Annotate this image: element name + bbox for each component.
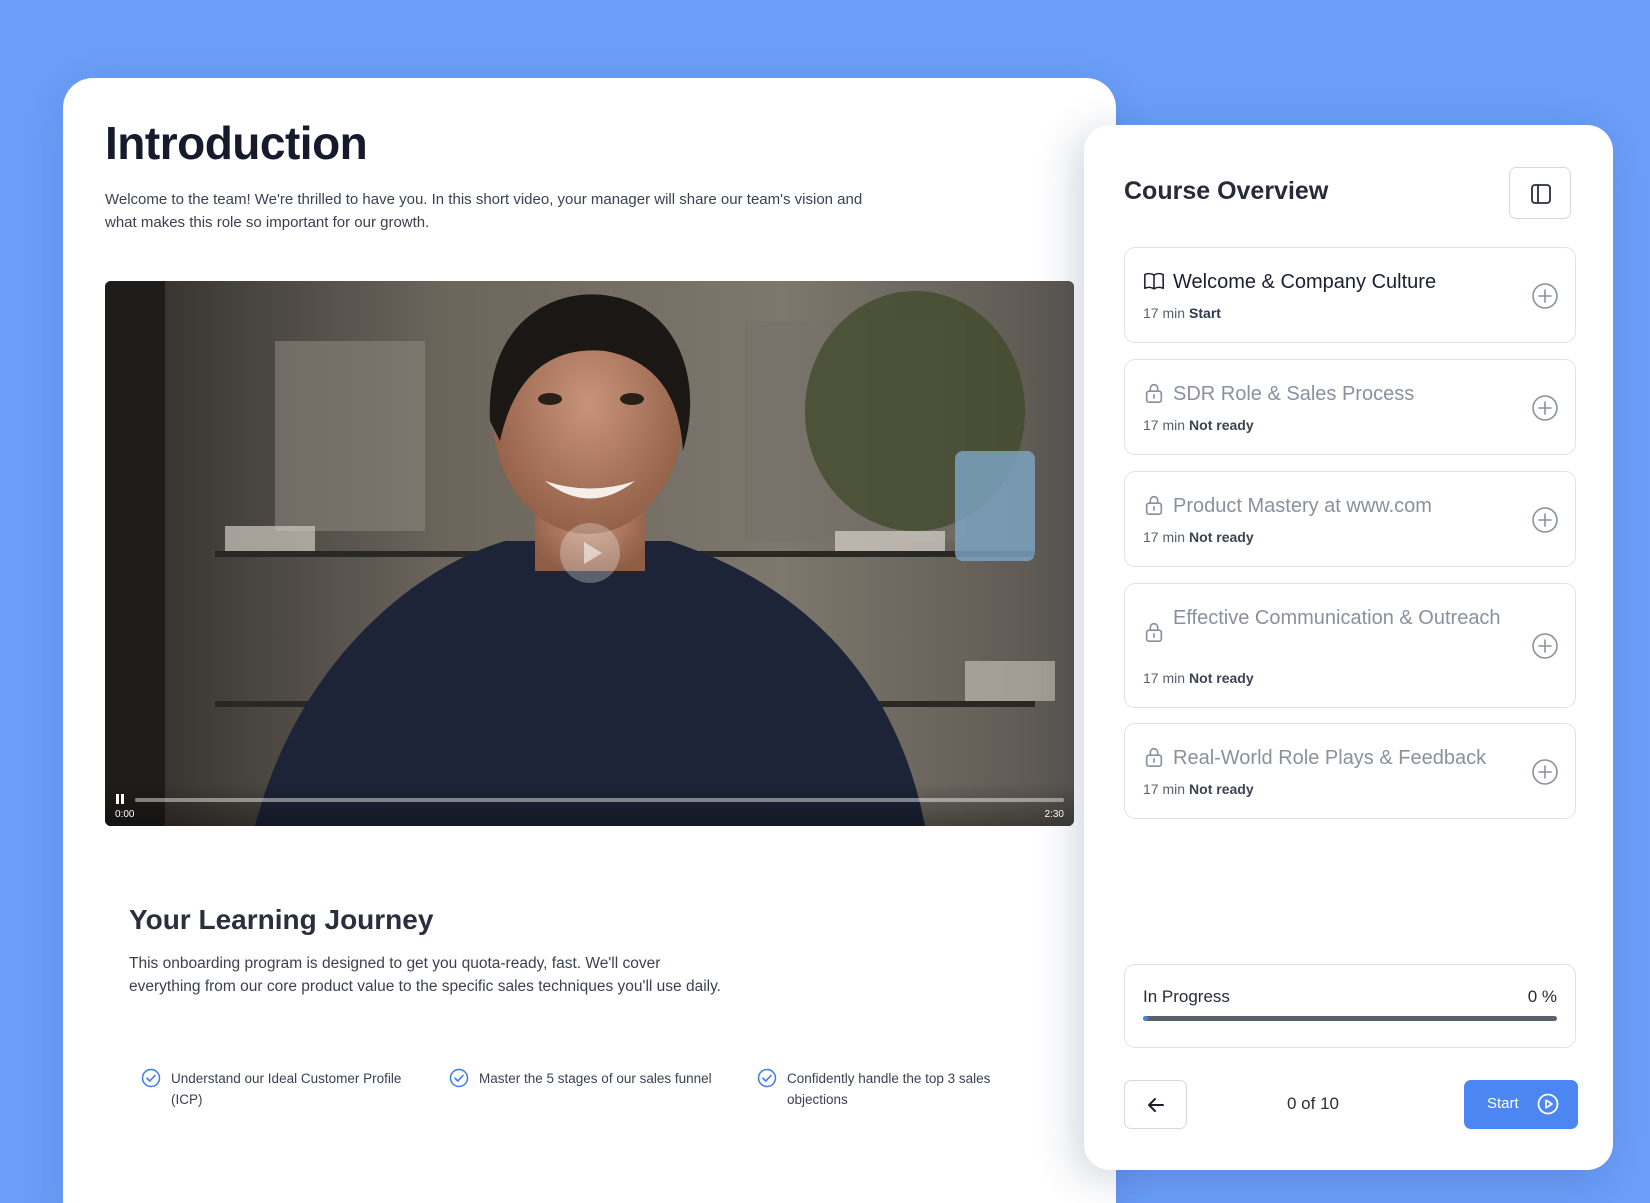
video-player[interactable]: 0:00 2:30 (105, 281, 1074, 826)
module-item-communication[interactable]: Effective Communication & Outreach 17 mi… (1124, 583, 1576, 708)
step-counter: 0 of 10 (1287, 1094, 1339, 1113)
video-current-time: 0:00 (115, 809, 135, 820)
plus-circle-icon[interactable] (1531, 506, 1559, 534)
module-item-welcome[interactable]: Welcome & Company Culture 17 min Start (1124, 247, 1576, 343)
module-meta: 17 min Not ready (1143, 417, 1254, 433)
module-item-sdr-role[interactable]: SDR Role & Sales Process 17 min Not ready (1124, 359, 1576, 455)
module-status: Start (1189, 305, 1221, 321)
plus-circle-icon[interactable] (1531, 758, 1559, 786)
plus-circle-icon[interactable] (1531, 394, 1559, 422)
journey-description: This onboarding program is designed to g… (129, 955, 721, 995)
seek-bar[interactable] (135, 798, 1064, 802)
module-duration: 17 min (1143, 305, 1186, 321)
back-button[interactable] (1124, 1080, 1187, 1129)
video-controls: 0:00 2:30 (105, 782, 1074, 826)
objective-item: Understand our Ideal Customer Profile (I… (141, 1068, 431, 1110)
start-button-label: Start (1487, 1095, 1519, 1112)
start-button[interactable]: Start (1464, 1080, 1578, 1129)
objective-text: Confidently handle the top 3 sales objec… (787, 1071, 991, 1107)
course-overview-panel: Course Overview Welcome & Company Cultur… (1084, 125, 1613, 1170)
book-open-icon (1144, 272, 1164, 290)
module-status: Not ready (1189, 529, 1254, 545)
module-title: Effective Communication & Outreach (1173, 607, 1501, 629)
page-title: Introduction (105, 117, 368, 169)
module-meta: 17 min Not ready (1143, 670, 1254, 686)
module-status: Not ready (1189, 417, 1254, 433)
objective-text: Master the 5 stages of our sales funnel (479, 1071, 712, 1086)
module-meta: 17 min Not ready (1143, 781, 1254, 797)
lock-icon (1145, 747, 1163, 767)
check-circle-icon (757, 1068, 777, 1088)
module-title: SDR Role & Sales Process (1173, 383, 1415, 405)
module-duration: 17 min (1143, 670, 1186, 686)
module-item-product-mastery[interactable]: Product Mastery at www.com 17 min Not rea… (1124, 471, 1576, 567)
pause-icon[interactable] (115, 794, 125, 804)
lock-icon (1145, 622, 1163, 642)
play-button[interactable] (560, 523, 620, 583)
course-progress: In Progress 0 % (1124, 964, 1576, 1048)
progress-value: 0 % (1527, 987, 1557, 1006)
module-meta: 17 min Not ready (1143, 529, 1254, 545)
journey-title: Your Learning Journey (129, 904, 434, 935)
sidebar-toggle-icon (1531, 184, 1551, 204)
module-meta: 17 min Start (1143, 305, 1221, 321)
module-duration: 17 min (1143, 781, 1186, 797)
play-circle-icon (1537, 1093, 1559, 1115)
progress-fill (1143, 1016, 1148, 1021)
lock-icon (1145, 495, 1163, 515)
sidebar-toggle-button[interactable] (1509, 167, 1571, 219)
progress-label: In Progress (1143, 987, 1230, 1006)
module-duration: 17 min (1143, 529, 1186, 545)
module-status: Not ready (1189, 781, 1254, 797)
plus-circle-icon[interactable] (1531, 282, 1559, 310)
check-circle-icon (141, 1068, 161, 1088)
module-duration: 17 min (1143, 417, 1186, 433)
objective-item: Master the 5 stages of our sales funnel (449, 1068, 739, 1089)
lesson-intro: Welcome to the team! We're thrilled to h… (105, 191, 863, 231)
lock-icon (1145, 383, 1163, 403)
module-title: Welcome & Company Culture (1173, 271, 1437, 293)
objective-text: Understand our Ideal Customer Profile (I… (171, 1071, 402, 1107)
video-duration: 2:30 (1044, 809, 1064, 820)
module-title: Product Mastery at www.com (1173, 495, 1432, 517)
panel-title: Course Overview (1124, 177, 1329, 205)
module-status: Not ready (1189, 670, 1254, 686)
arrow-left-icon (1148, 1098, 1164, 1112)
progress-track (1143, 1016, 1557, 1021)
module-title: Real-World Role Plays & Feedback (1173, 747, 1487, 769)
lesson-card: Introduction Welcome to the team! We're … (63, 78, 1116, 1203)
check-circle-icon (449, 1068, 469, 1088)
module-item-role-plays[interactable]: Real-World Role Plays & Feedback 17 min N… (1124, 723, 1576, 819)
plus-circle-icon[interactable] (1531, 632, 1559, 660)
objective-item: Confidently handle the top 3 sales objec… (757, 1068, 1027, 1110)
